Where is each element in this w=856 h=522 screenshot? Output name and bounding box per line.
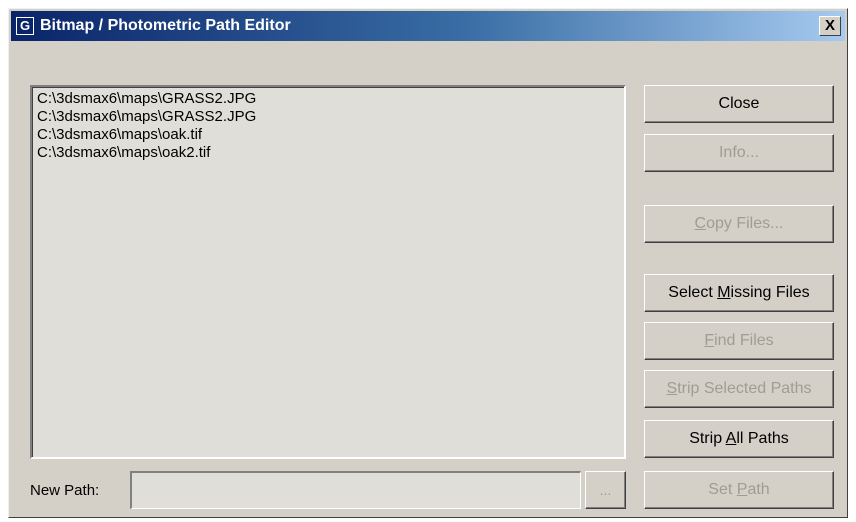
select-missing-accel: M: [717, 284, 731, 301]
path-editor-dialog: G Bitmap / Photometric Path Editor X C:\…: [8, 8, 848, 518]
list-item[interactable]: C:\3dsmax6\maps\oak.tif: [37, 126, 624, 144]
file-list[interactable]: C:\3dsmax6\maps\GRASS2.JPG C:\3dsmax6\ma…: [30, 85, 626, 459]
info-button[interactable]: Info...: [644, 134, 834, 172]
copy-files-button[interactable]: Copy Files...: [644, 205, 834, 243]
title-bar[interactable]: G Bitmap / Photometric Path Editor X: [11, 11, 845, 41]
select-missing-label-post: issing Files: [730, 284, 810, 301]
set-path-button[interactable]: Set Path: [644, 471, 834, 509]
set-path-label-pre: Set: [708, 481, 737, 498]
strip-all-label-pre: Strip: [689, 430, 726, 447]
browse-button[interactable]: ...: [585, 471, 626, 509]
select-missing-label-pre: Select: [668, 284, 718, 301]
info-button-label: Info...: [718, 144, 760, 161]
new-path-label: New Path:: [30, 482, 100, 499]
strip-all-accel: A: [725, 430, 737, 447]
strip-selected-accel: S: [666, 380, 678, 397]
set-path-accel: P: [736, 481, 748, 498]
close-window-button[interactable]: X: [819, 16, 841, 36]
app-icon: G: [16, 17, 34, 35]
find-files-accel: F: [704, 332, 715, 349]
find-files-label-post: ind Files: [714, 332, 774, 349]
copy-files-label-post: opy Files...: [706, 215, 784, 232]
close-icon: X: [824, 17, 835, 34]
strip-all-label-post: ll Paths: [736, 430, 789, 447]
new-path-input[interactable]: [130, 471, 581, 509]
strip-selected-paths-button[interactable]: Strip Selected Paths: [644, 370, 834, 408]
list-item[interactable]: C:\3dsmax6\maps\oak2.tif: [37, 144, 624, 162]
close-button-label: Close: [718, 95, 760, 112]
strip-all-paths-button[interactable]: Strip All Paths: [644, 420, 834, 458]
strip-selected-label-post: trip Selected Paths: [677, 380, 812, 397]
browse-button-label: ...: [599, 482, 612, 498]
list-item[interactable]: C:\3dsmax6\maps\GRASS2.JPG: [37, 90, 624, 108]
find-files-button[interactable]: Find Files: [644, 322, 834, 360]
select-missing-files-button[interactable]: Select Missing Files: [644, 274, 834, 312]
set-path-label-post: ath: [747, 481, 770, 498]
copy-files-accel: C: [694, 215, 707, 232]
close-button[interactable]: Close: [644, 85, 834, 123]
window-title: Bitmap / Photometric Path Editor: [40, 17, 291, 34]
list-item[interactable]: C:\3dsmax6\maps\GRASS2.JPG: [37, 108, 624, 126]
